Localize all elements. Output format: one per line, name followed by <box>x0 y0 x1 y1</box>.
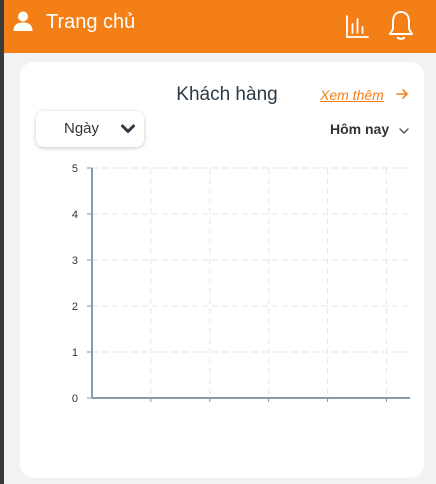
customers-card: Khách hàng Xem thêm Ngày Hôm nay 0 1 2 3… <box>20 62 424 478</box>
y-tick-label: 2 <box>72 301 78 313</box>
y-tick-label: 5 <box>72 163 78 175</box>
app-window: Trang chủ Khách hàng Xem thêm Ngày Hôm n… <box>4 0 436 484</box>
y-tick-label: 1 <box>72 347 78 359</box>
top-bar: Trang chủ <box>4 0 436 53</box>
y-tick-label: 0 <box>72 393 78 405</box>
bar-chart-icon[interactable] <box>344 13 370 39</box>
y-tick-label: 3 <box>72 255 78 267</box>
y-tick-label: 4 <box>72 209 78 221</box>
bell-icon[interactable] <box>387 9 415 41</box>
page-title: Trang chủ <box>46 11 136 33</box>
user-icon[interactable] <box>12 10 34 32</box>
customers-chart: 0 1 2 3 4 5 <box>72 163 410 405</box>
